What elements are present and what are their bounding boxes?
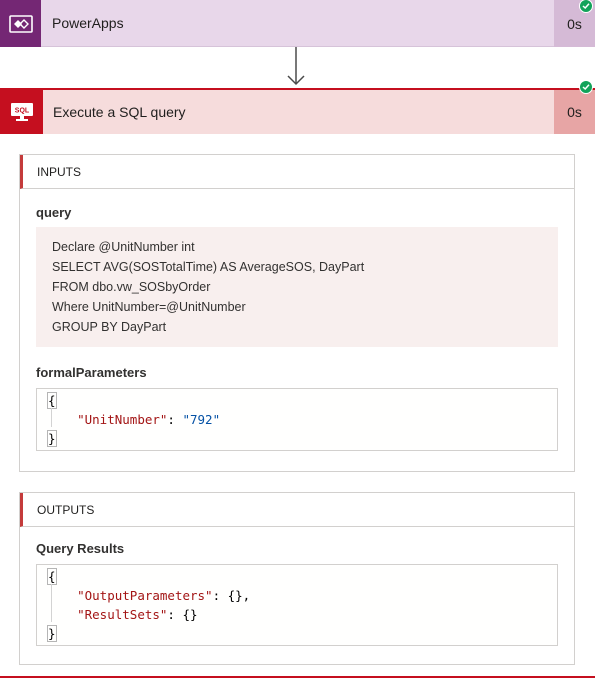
query-line: Where UnitNumber=@UnitNumber <box>52 300 246 314</box>
sql-step-title: Execute a SQL query <box>53 104 186 120</box>
powerapps-icon <box>0 0 41 47</box>
query-label: query <box>36 205 72 220</box>
formal-parameters-label: formalParameters <box>36 365 147 380</box>
json-close-brace: } <box>47 430 57 447</box>
sql-server-icon: SQL <box>0 90 43 134</box>
sql-step-header[interactable]: SQL Execute a SQL query 0s <box>0 90 595 134</box>
query-results-label: Query Results <box>36 541 125 556</box>
json-close-brace: } <box>47 625 57 642</box>
query-text-box[interactable]: Declare @UnitNumber int SELECT AVG(SOSTo… <box>36 227 558 347</box>
json-key: "UnitNumber" <box>77 412 168 427</box>
json-separator: : {}, <box>212 588 251 603</box>
query-line: FROM dbo.vw_SOSbyOrder <box>52 280 211 294</box>
indent-guide <box>51 584 52 622</box>
inputs-heading: INPUTS <box>20 155 574 189</box>
formal-parameters-code[interactable]: { "UnitNumber": "792" } <box>36 388 558 451</box>
query-line: SELECT AVG(SOSTotalTime) AS AverageSOS, … <box>52 260 365 274</box>
success-check-icon <box>579 80 593 94</box>
svg-text:SQL: SQL <box>14 108 29 115</box>
outputs-panel: OUTPUTS Query Results { "OutputParameter… <box>19 492 575 665</box>
json-open-brace: { <box>47 392 57 409</box>
query-line: Declare @UnitNumber int <box>52 240 195 254</box>
powerapps-step-title: PowerApps <box>52 15 124 31</box>
query-results-code[interactable]: { "OutputParameters": {}, "ResultSets": … <box>36 564 558 646</box>
connector-arrow-icon <box>287 47 305 86</box>
inputs-panel: INPUTS query Declare @UnitNumber int SEL… <box>19 154 575 472</box>
powerapps-step-header[interactable]: PowerApps 0s <box>0 0 595 47</box>
json-open-brace: { <box>47 568 57 585</box>
indent-guide <box>51 408 52 427</box>
outputs-heading: OUTPUTS <box>20 493 574 527</box>
json-value: "792" <box>182 412 221 427</box>
json-key: "ResultSets" <box>77 607 168 622</box>
query-line: GROUP BY DayPart <box>52 320 167 334</box>
sql-step-duration: 0s <box>554 90 595 134</box>
json-key: "OutputParameters" <box>77 588 213 603</box>
json-colon: : <box>167 412 183 427</box>
json-separator: : {} <box>167 607 198 622</box>
sql-step-card: SQL Execute a SQL query 0s INPUTS query … <box>0 88 595 678</box>
